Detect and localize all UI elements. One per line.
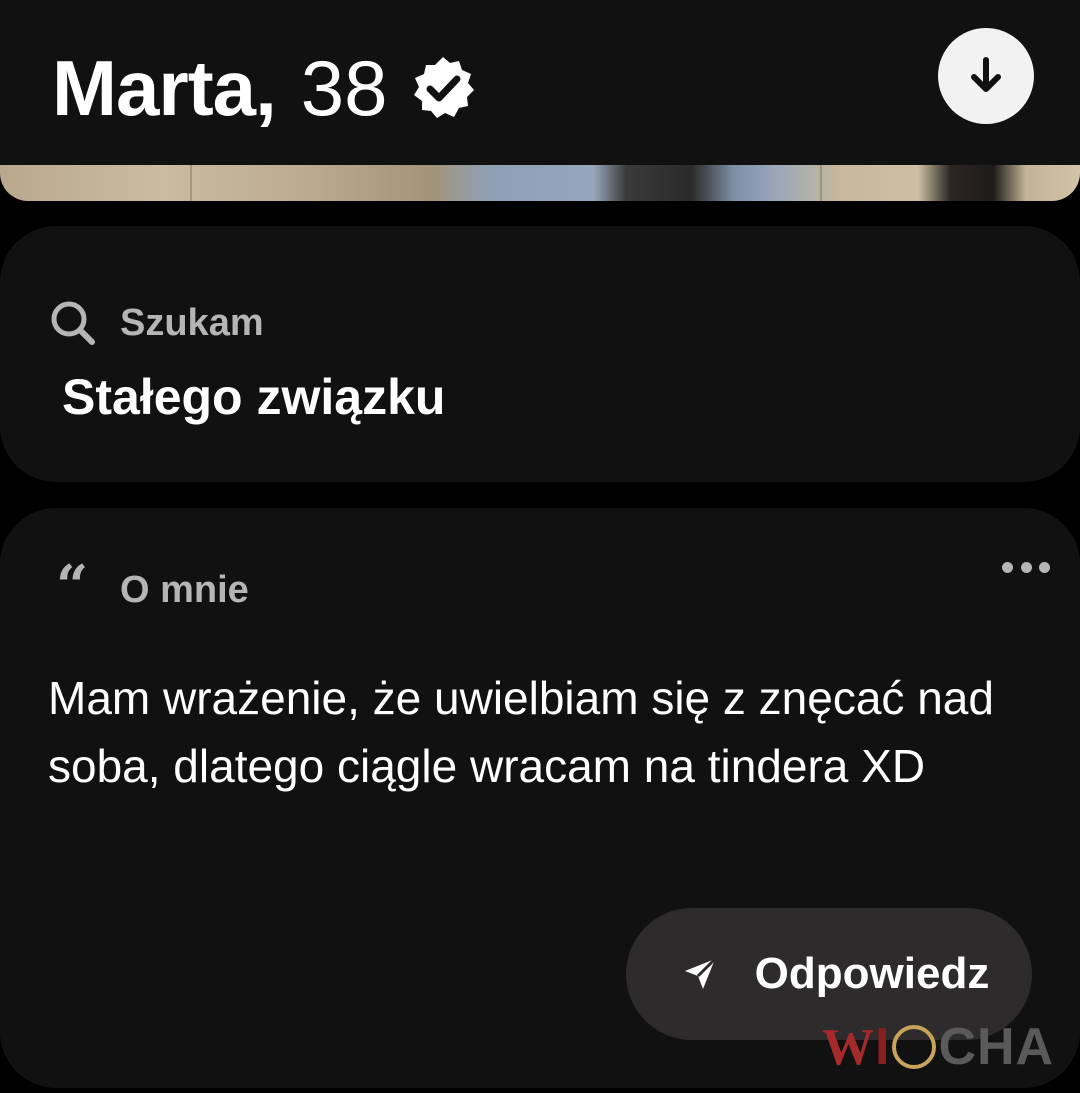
reply-label: Odpowiedz xyxy=(754,949,990,998)
looking-for-card xyxy=(0,226,1080,482)
name-separator: , xyxy=(255,43,277,132)
profile-age: 38 xyxy=(300,43,388,132)
dot xyxy=(1020,561,1032,573)
watermark-rest: CHA xyxy=(938,1018,1055,1076)
about-text: Mam wrażenie, że uwielbiam się z znęcać … xyxy=(48,672,994,792)
looking-for-header: Szukam xyxy=(48,298,264,348)
dot xyxy=(1039,561,1050,573)
about-header: “ O mnie xyxy=(56,558,249,614)
profile-photo[interactable] xyxy=(0,165,1080,201)
dot xyxy=(1002,561,1013,573)
looking-for-value: Stałego związku xyxy=(62,369,446,425)
search-icon xyxy=(51,301,95,345)
about-label: O mnie xyxy=(120,568,249,611)
verified-badge-icon[interactable] xyxy=(410,55,476,121)
wheel-icon xyxy=(892,1025,937,1069)
floor-seam xyxy=(190,165,192,201)
profile-header: Marta , 38 xyxy=(0,0,1080,165)
name-age-row: Marta , 38 xyxy=(52,38,476,138)
floor-seam xyxy=(820,165,822,201)
collapse-profile-button[interactable] xyxy=(938,28,1034,124)
arrow-down-icon xyxy=(971,57,1001,92)
watermark-logo: W I CHA xyxy=(822,1016,1054,1078)
looking-for-label: Szukam xyxy=(120,301,264,344)
send-icon xyxy=(684,957,716,989)
profile-name: Marta xyxy=(52,43,256,132)
watermark-i: I xyxy=(875,1018,891,1076)
more-dots-icon[interactable] xyxy=(1002,560,1050,574)
quote-icon: “ xyxy=(56,553,89,619)
watermark-w: W xyxy=(822,1018,875,1076)
